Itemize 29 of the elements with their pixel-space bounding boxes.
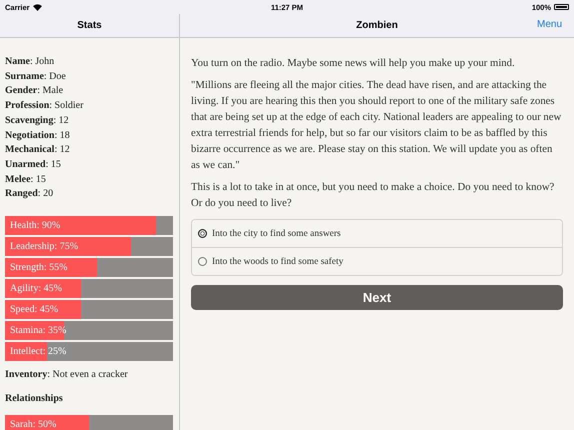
choice-option[interactable]: Into the woods to find some safety (192, 247, 562, 275)
bar-label: Health: 90% (10, 219, 60, 234)
stat-line: Ranged: 20 (5, 187, 54, 202)
stat-line: Surname: Doe (5, 70, 67, 84)
bar-label: Strength: 55% (10, 261, 68, 276)
bar-label: Agility: 45% (10, 282, 62, 296)
story-paragraph: This is a lot to take in at once, but you need to make a choice. Do you need to know? Or do you need to live? (191, 180, 556, 211)
bar-label: Speed: 45% (10, 303, 58, 318)
stat-line: Mechanical: 12 (5, 143, 71, 158)
choice-option[interactable]: Into the city to find some answers (192, 220, 562, 247)
next-button[interactable]: Next (191, 285, 563, 310)
bar-label: Sarah: 50% (10, 418, 56, 430)
stat-line: Name: John (5, 55, 56, 69)
battery-icon (554, 4, 570, 10)
wifi-icon (32, 4, 42, 10)
panel-title: Stats (77, 20, 102, 31)
stat-line: Gender: Male (5, 84, 64, 98)
screen-title: Zombien (356, 20, 398, 31)
stat-line: Scavenging: 12 (5, 114, 70, 128)
story-paragraph: You turn on the radio. Maybe some news will help you make up your mind. (191, 56, 516, 71)
inventory-line: Inventory: Not even a cracker (5, 368, 129, 382)
section-heading: Relationships (5, 392, 63, 404)
stat-line: Negotiation: 18 (5, 128, 71, 143)
stat-line: Profession: Soldier (5, 99, 84, 114)
stat-line: Melee: 15 (5, 172, 47, 187)
stat-line: Unarmed: 15 (5, 158, 62, 172)
bar-label: Leadership: 75% (10, 240, 78, 254)
bar-label: Intellect: 25% (10, 345, 66, 360)
story-paragraph: "Millions are fleeing all the major cities. The dead have risen, and are attacking the living. If you are hearing this then you should report to one of the military safe zones that are being set up at the edge of each city. National leaders are appealing to our new extra terrestrial friends for help, but so far our visitors claim to be as baffled by this bizarre occurrence as we are. Please stay on this station. We will update you as often as we can." (191, 78, 562, 173)
